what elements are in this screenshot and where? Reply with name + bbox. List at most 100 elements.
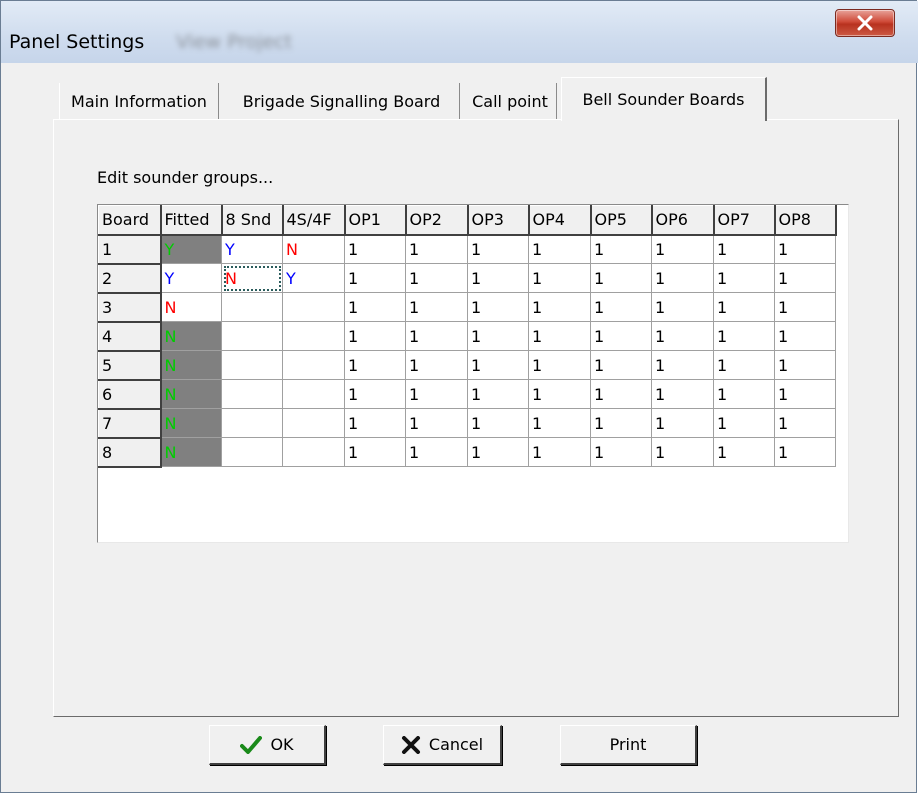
cell-op1[interactable]: 1 <box>344 350 406 380</box>
cell-op1[interactable]: 1 <box>344 437 406 467</box>
tab-bell-sounder-boards[interactable]: Bell Sounder Boards <box>561 77 767 121</box>
cell-8-snd[interactable] <box>221 408 283 438</box>
cell-op4[interactable]: 1 <box>528 437 591 467</box>
cell-op2[interactable]: 1 <box>405 437 468 467</box>
cell-op6[interactable]: 1 <box>651 292 714 322</box>
cell-op5[interactable]: 1 <box>590 321 652 351</box>
cell-op3[interactable]: 1 <box>467 350 529 380</box>
cell-op8[interactable]: 1 <box>774 263 836 293</box>
cell-op2[interactable]: 1 <box>405 321 468 351</box>
title-bar[interactable]: Panel Settings View Project <box>1 1 918 63</box>
cell-op7[interactable]: 1 <box>713 321 775 351</box>
cell-op3[interactable]: 1 <box>467 408 529 438</box>
header-op5[interactable]: OP5 <box>590 205 653 236</box>
cell-op2[interactable]: 1 <box>405 263 468 293</box>
cell-op5[interactable]: 1 <box>590 350 652 380</box>
header-op4[interactable]: OP4 <box>528 205 592 236</box>
cell-op5[interactable]: 1 <box>590 408 652 438</box>
cell-fitted[interactable]: N <box>160 437 222 467</box>
cell-fitted[interactable]: Y <box>160 234 222 264</box>
ok-button[interactable]: OK <box>209 725 326 765</box>
row-header-board[interactable]: 8 <box>98 437 162 468</box>
cancel-button[interactable]: Cancel <box>383 725 502 765</box>
cell-op2[interactable]: 1 <box>405 350 468 380</box>
tab-call-point[interactable]: Call point <box>464 83 557 119</box>
cell-8-snd[interactable] <box>221 379 283 409</box>
cell-8-snd[interactable] <box>221 292 283 322</box>
cell-op6[interactable]: 1 <box>651 408 714 438</box>
tab-brigade-signalling-board[interactable]: Brigade Signalling Board <box>224 83 460 119</box>
row-header-board[interactable]: 1 <box>98 234 162 265</box>
header-op7[interactable]: OP7 <box>713 205 776 236</box>
header-4s-4f[interactable]: 4S/4F <box>282 205 346 236</box>
row-header-board[interactable]: 6 <box>98 379 162 410</box>
cell-op7[interactable]: 1 <box>713 292 775 322</box>
cell-8-snd[interactable] <box>221 437 283 467</box>
cell-fitted[interactable]: N <box>160 321 222 351</box>
cell-op6[interactable]: 1 <box>651 263 714 293</box>
cell-4s-4f[interactable] <box>282 437 345 467</box>
cell-op5[interactable]: 1 <box>590 263 652 293</box>
cell-4s-4f[interactable] <box>282 321 345 351</box>
header-op8[interactable]: OP8 <box>774 205 837 236</box>
cell-op6[interactable]: 1 <box>651 234 714 264</box>
cell-op1[interactable]: 1 <box>344 292 406 322</box>
tab-main-information[interactable]: Main Information <box>59 83 219 119</box>
cell-op7[interactable]: 1 <box>713 437 775 467</box>
cell-8-snd[interactable] <box>221 321 283 351</box>
cell-op3[interactable]: 1 <box>467 379 529 409</box>
cell-op8[interactable]: 1 <box>774 379 836 409</box>
cell-op6[interactable]: 1 <box>651 379 714 409</box>
cell-fitted[interactable]: Y <box>160 263 222 293</box>
cell-op6[interactable]: 1 <box>651 350 714 380</box>
cell-op8[interactable]: 1 <box>774 437 836 467</box>
cell-op4[interactable]: 1 <box>528 234 591 264</box>
cell-fitted[interactable]: N <box>160 379 222 409</box>
cell-8-snd[interactable]: N <box>221 263 283 293</box>
header-8-snd[interactable]: 8 Snd <box>221 205 284 236</box>
cell-4s-4f[interactable] <box>282 408 345 438</box>
row-header-board[interactable]: 4 <box>98 321 162 352</box>
cell-op7[interactable]: 1 <box>713 379 775 409</box>
cell-op3[interactable]: 1 <box>467 234 529 264</box>
cell-op4[interactable]: 1 <box>528 263 591 293</box>
cell-op5[interactable]: 1 <box>590 379 652 409</box>
cell-op4[interactable]: 1 <box>528 379 591 409</box>
cell-op4[interactable]: 1 <box>528 321 591 351</box>
cell-op2[interactable]: 1 <box>405 292 468 322</box>
cell-op1[interactable]: 1 <box>344 263 406 293</box>
cell-op7[interactable]: 1 <box>713 234 775 264</box>
cell-4s-4f[interactable] <box>282 292 345 322</box>
cell-op1[interactable]: 1 <box>344 379 406 409</box>
cell-op8[interactable]: 1 <box>774 321 836 351</box>
header-op2[interactable]: OP2 <box>405 205 469 236</box>
cell-op3[interactable]: 1 <box>467 321 529 351</box>
cell-op8[interactable]: 1 <box>774 408 836 438</box>
cell-op8[interactable]: 1 <box>774 350 836 380</box>
cell-4s-4f[interactable]: Y <box>282 263 345 293</box>
close-button[interactable] <box>835 9 895 37</box>
cell-op4[interactable]: 1 <box>528 292 591 322</box>
row-header-board[interactable]: 5 <box>98 350 162 381</box>
cell-op2[interactable]: 1 <box>405 408 468 438</box>
header-op6[interactable]: OP6 <box>651 205 715 236</box>
cell-4s-4f[interactable] <box>282 350 345 380</box>
sounder-groups-grid[interactable]: Board Fitted 8 Snd 4S/4F OP1 OP2 OP3 OP4… <box>97 204 849 543</box>
cell-op1[interactable]: 1 <box>344 408 406 438</box>
cell-fitted[interactable]: N <box>160 350 222 380</box>
cell-op4[interactable]: 1 <box>528 350 591 380</box>
cell-op3[interactable]: 1 <box>467 263 529 293</box>
header-op3[interactable]: OP3 <box>467 205 530 236</box>
cell-op2[interactable]: 1 <box>405 234 468 264</box>
cell-op1[interactable]: 1 <box>344 321 406 351</box>
row-header-board[interactable]: 3 <box>98 292 162 323</box>
cell-8-snd[interactable]: Y <box>221 234 283 264</box>
cell-op6[interactable]: 1 <box>651 321 714 351</box>
row-header-board[interactable]: 7 <box>98 408 162 439</box>
cell-4s-4f[interactable]: N <box>282 234 345 264</box>
cell-op5[interactable]: 1 <box>590 292 652 322</box>
cell-op5[interactable]: 1 <box>590 234 652 264</box>
cell-4s-4f[interactable] <box>282 379 345 409</box>
cell-op7[interactable]: 1 <box>713 263 775 293</box>
cell-op1[interactable]: 1 <box>344 234 406 264</box>
